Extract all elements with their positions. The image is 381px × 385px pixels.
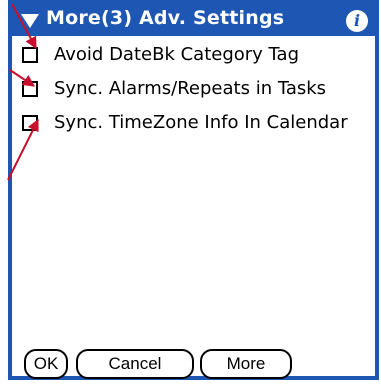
checkbox-sync-alarms-repeats[interactable]	[22, 81, 38, 97]
checkbox-avoid-datebk-category-tag[interactable]	[22, 47, 38, 63]
option-label: Sync. Alarms/Repeats in Tasks	[54, 78, 327, 99]
option-label: Avoid DateBk Category Tag	[54, 44, 300, 65]
ok-button[interactable]: OK	[24, 349, 68, 379]
cancel-button[interactable]: Cancel	[76, 349, 194, 379]
option-sync-alarms-repeats[interactable]: Sync. Alarms/Repeats in Tasks	[22, 76, 326, 102]
title-bar: More(3) Adv. Settings i	[12, 0, 375, 36]
button-bar: OK Cancel More	[12, 349, 375, 379]
menu-dropdown-arrow-icon[interactable]	[21, 14, 39, 28]
more-button[interactable]: More	[200, 349, 292, 379]
checkbox-sync-timezone-info[interactable]	[22, 115, 38, 131]
info-icon[interactable]: i	[346, 10, 368, 32]
option-avoid-datebk-category-tag[interactable]: Avoid DateBk Category Tag	[22, 42, 299, 68]
option-sync-timezone-info[interactable]: Sync. TimeZone Info In Calendar	[22, 110, 348, 136]
option-label: Sync. TimeZone Info In Calendar	[54, 112, 348, 133]
advanced-settings-dialog: More(3) Adv. Settings i Avoid DateBk Cat…	[8, 0, 379, 380]
dialog-title: More(3) Adv. Settings	[46, 7, 285, 29]
screen: More(3) Adv. Settings i Avoid DateBk Cat…	[0, 0, 381, 385]
